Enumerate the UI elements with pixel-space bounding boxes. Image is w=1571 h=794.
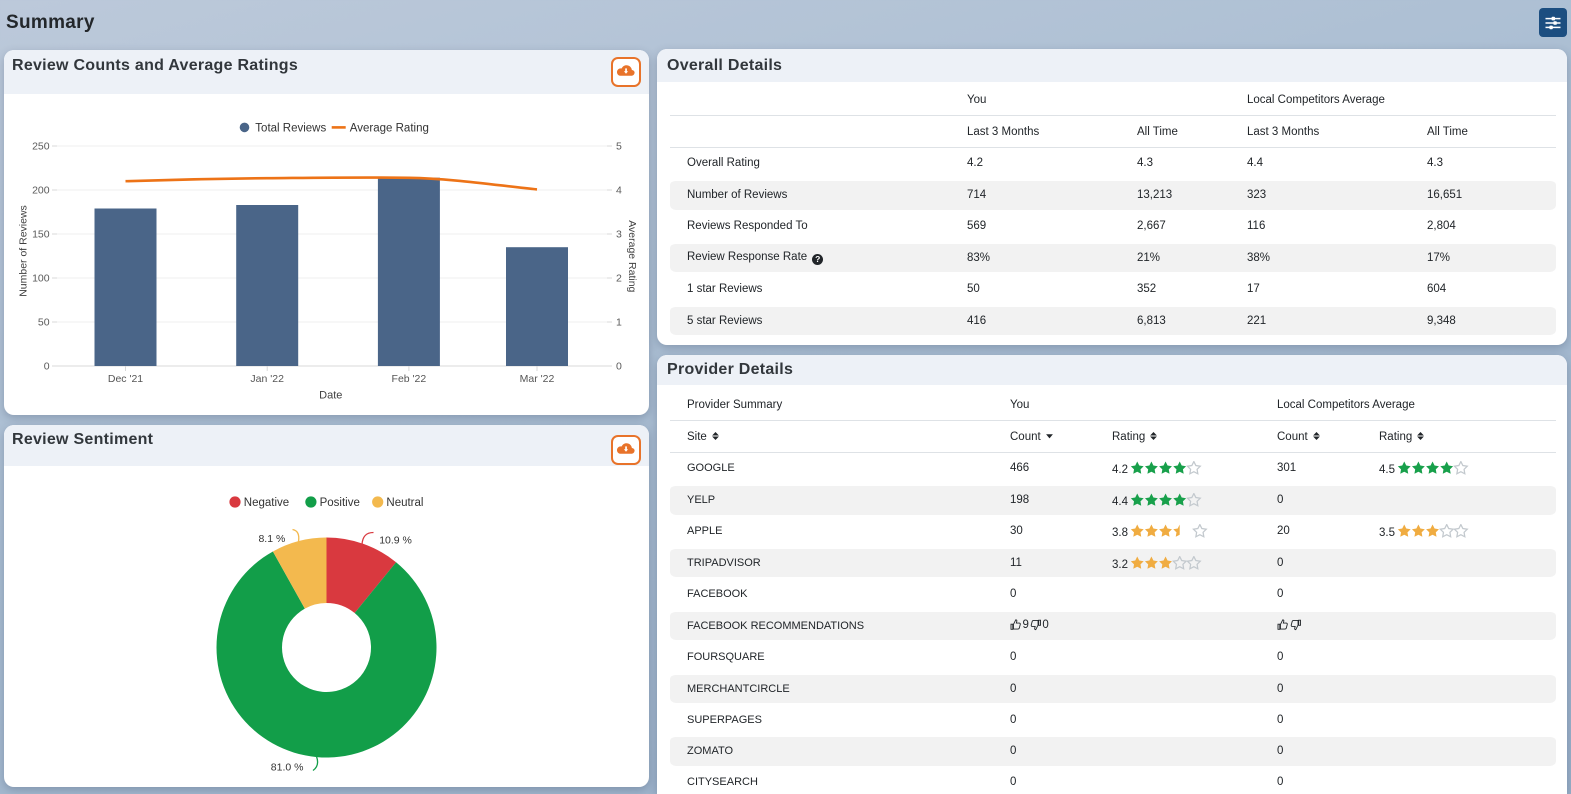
svg-text:Positive: Positive [320, 497, 360, 509]
svg-text:0: 0 [44, 361, 50, 373]
svg-text:Negative: Negative [244, 497, 289, 509]
svg-text:Average Rating: Average Rating [626, 220, 638, 292]
svg-text:2: 2 [616, 273, 622, 285]
svg-text:4: 4 [616, 185, 622, 197]
svg-text:200: 200 [32, 185, 50, 197]
svg-text:150: 150 [32, 229, 50, 241]
svg-text:81.0 %: 81.0 % [271, 762, 304, 774]
svg-text:10.9 %: 10.9 % [379, 535, 412, 547]
svg-text:Total Reviews: Total Reviews [255, 122, 326, 134]
svg-text:Number of Reviews: Number of Reviews [18, 205, 30, 297]
svg-text:0: 0 [616, 361, 622, 373]
svg-text:3: 3 [616, 229, 622, 241]
svg-text:Average Rating: Average Rating [350, 122, 429, 134]
svg-text:50: 50 [38, 317, 50, 329]
svg-text:250: 250 [32, 141, 50, 153]
svg-text:Date: Date [319, 390, 342, 402]
svg-text:Jan '22: Jan '22 [250, 373, 284, 385]
svg-text:5: 5 [616, 141, 622, 153]
svg-text:Neutral: Neutral [386, 497, 423, 509]
svg-text:1: 1 [616, 317, 622, 329]
svg-text:Dec '21: Dec '21 [108, 373, 143, 385]
svg-text:100: 100 [32, 273, 50, 285]
svg-text:Feb '22: Feb '22 [392, 373, 427, 385]
svg-text:Mar '22: Mar '22 [520, 373, 555, 385]
svg-text:8.1 %: 8.1 % [258, 533, 285, 545]
